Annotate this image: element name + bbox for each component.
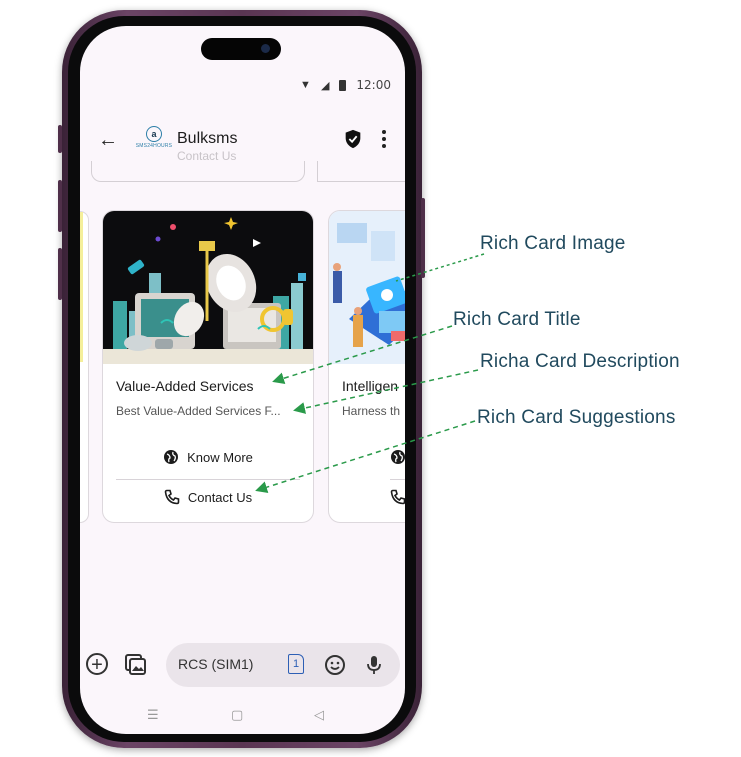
microphone-icon[interactable]: [363, 654, 385, 676]
volume-down-button: [58, 248, 62, 300]
back-arrow-icon[interactable]: ←: [98, 130, 118, 150]
suggestion-know-more[interactable]: [390, 445, 405, 469]
logo-mark-icon: a: [146, 126, 162, 142]
scrolled-chip-text: Contact Us: [177, 149, 237, 163]
partial-card-left: [80, 211, 89, 523]
previous-card-bottom: [91, 161, 305, 182]
suggestion-contact-us[interactable]: Contact Us: [116, 479, 300, 514]
back-nav-icon[interactable]: ◁: [314, 708, 324, 723]
power-button: [421, 198, 425, 278]
phone-icon: [390, 489, 405, 505]
suggestion-label: Know More: [187, 449, 253, 465]
annotation-rich-card-image: Rich Card Image: [480, 233, 626, 254]
rich-card-description: Harness th: [342, 404, 401, 418]
cellular-signal-icon: ◢: [320, 79, 330, 92]
more-options-icon[interactable]: [382, 130, 386, 151]
phone-screen: ▼ ◢ 12:00 ← a SMS24HOURS Contact Us Bulk…: [80, 26, 405, 734]
message-input[interactable]: RCS (SIM1) 1: [166, 643, 400, 687]
conversation-title: Bulksms: [177, 130, 238, 147]
annotation-rich-card-title: Rich Card Title: [453, 309, 581, 330]
dynamic-island: [201, 38, 281, 60]
rich-card-image[interactable]: [329, 211, 405, 364]
globe-icon: [391, 450, 405, 464]
logo-wordmark: SMS24HOURS: [135, 143, 173, 149]
conversation-header: ← a SMS24HOURS Contact Us Bulksms: [80, 122, 405, 163]
rich-card-description: Best Value-Added Services F...: [116, 404, 281, 418]
volume-up-button: [58, 180, 62, 232]
add-attachment-icon[interactable]: +: [86, 653, 108, 675]
annotation-rich-card-suggestions: Rich Card Suggestions: [477, 407, 676, 428]
rich-card-image[interactable]: [103, 211, 313, 364]
previous-card-bottom-right: [317, 161, 405, 182]
sender-logo: a SMS24HOURS: [134, 126, 174, 152]
suggestion-know-more[interactable]: Know More: [116, 445, 300, 469]
compose-bar: + RCS (SIM1) 1: [80, 641, 405, 687]
sim-card-icon[interactable]: 1: [288, 654, 304, 674]
suggestion-contact-us[interactable]: [390, 479, 405, 514]
front-camera: [261, 44, 270, 53]
rich-card: Value-Added Services Best Value-Added Se…: [102, 210, 314, 523]
rich-card-title: Intelligen: [342, 378, 399, 394]
battery-icon: [339, 79, 347, 91]
verified-shield-icon[interactable]: [342, 128, 364, 150]
annotation-rich-card-description: Richa Card Description: [480, 351, 680, 372]
status-bar: ▼ ◢ 12:00: [300, 78, 391, 92]
system-navigation-bar: ☰ ▢ ◁: [80, 708, 405, 728]
action-button: [58, 125, 62, 153]
wifi-icon: ▼: [300, 79, 311, 91]
home-icon[interactable]: ▢: [231, 708, 243, 723]
phone-icon: [164, 489, 180, 505]
rich-card-next: Intelligen Harness th: [328, 210, 405, 523]
status-time: 12:00: [356, 78, 391, 92]
suggestion-label: Contact Us: [187, 489, 253, 505]
recents-icon[interactable]: ☰: [147, 708, 159, 723]
gallery-icon[interactable]: [124, 653, 146, 675]
rich-card-title: Value-Added Services: [116, 378, 254, 394]
emoji-icon[interactable]: [324, 654, 346, 676]
message-input-placeholder: RCS (SIM1): [178, 656, 254, 672]
globe-icon: [164, 450, 179, 464]
